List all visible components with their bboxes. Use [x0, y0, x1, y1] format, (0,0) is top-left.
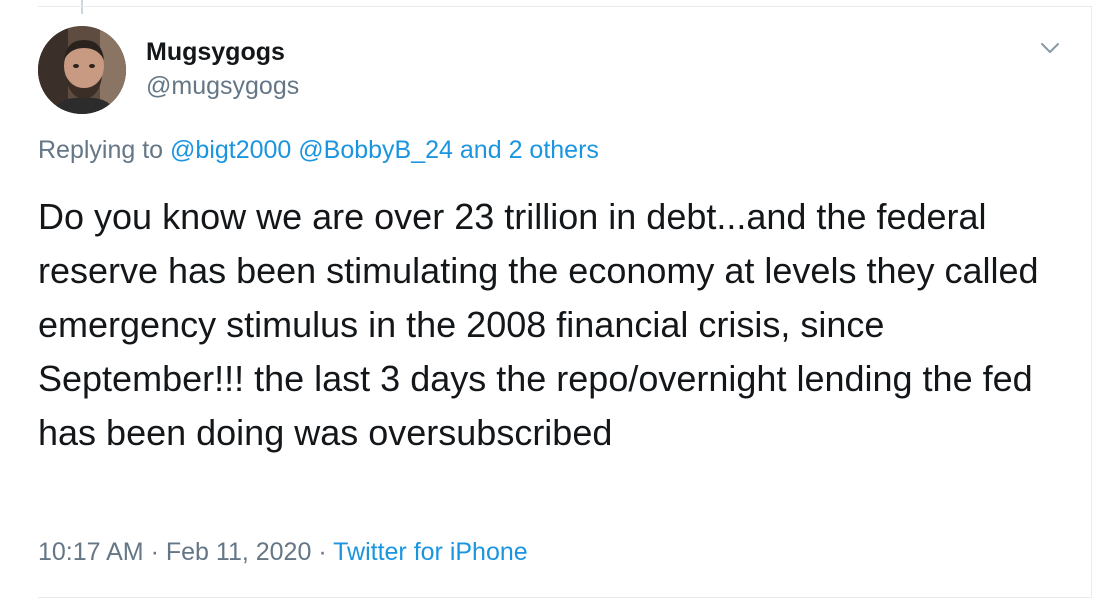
tweet-text: Do you know we are over 23 trillion in d…	[38, 196, 1039, 453]
mention-link-bigt2000[interactable]: @bigt2000	[170, 136, 291, 164]
card-bottom-border	[38, 597, 1092, 598]
mention-others-link[interactable]: and 2 others	[460, 136, 599, 164]
author-display-name[interactable]: Mugsygogs	[146, 38, 285, 67]
meta-separator: ·	[318, 538, 327, 566]
tweet-time[interactable]: 10:17 AM	[38, 538, 144, 566]
chevron-down-icon[interactable]	[1038, 36, 1062, 60]
card-right-border	[1091, 6, 1092, 596]
tweet-date[interactable]: Feb 11, 2020	[166, 538, 311, 566]
author-handle[interactable]: @mugsygogs	[146, 72, 299, 101]
thread-connector-line	[81, 0, 83, 14]
meta-separator: ·	[150, 538, 159, 566]
tweet-metadata: 10:17 AM · Feb 11, 2020 · Twitter for iP…	[38, 538, 528, 567]
card-top-border	[38, 6, 1092, 7]
replying-to-label: Replying to	[38, 136, 164, 164]
tweet-source-link[interactable]: Twitter for iPhone	[333, 538, 528, 566]
mention-link-bobbyb24[interactable]: @BobbyB_24	[298, 136, 453, 164]
avatar-image	[38, 26, 126, 114]
profile-avatar[interactable]	[38, 26, 126, 114]
tweet-card: Mugsygogs @mugsygogs Replying to @bigt20…	[0, 0, 1100, 600]
replying-to-line: Replying to @bigt2000 @BobbyB_24 and 2 o…	[38, 136, 599, 165]
